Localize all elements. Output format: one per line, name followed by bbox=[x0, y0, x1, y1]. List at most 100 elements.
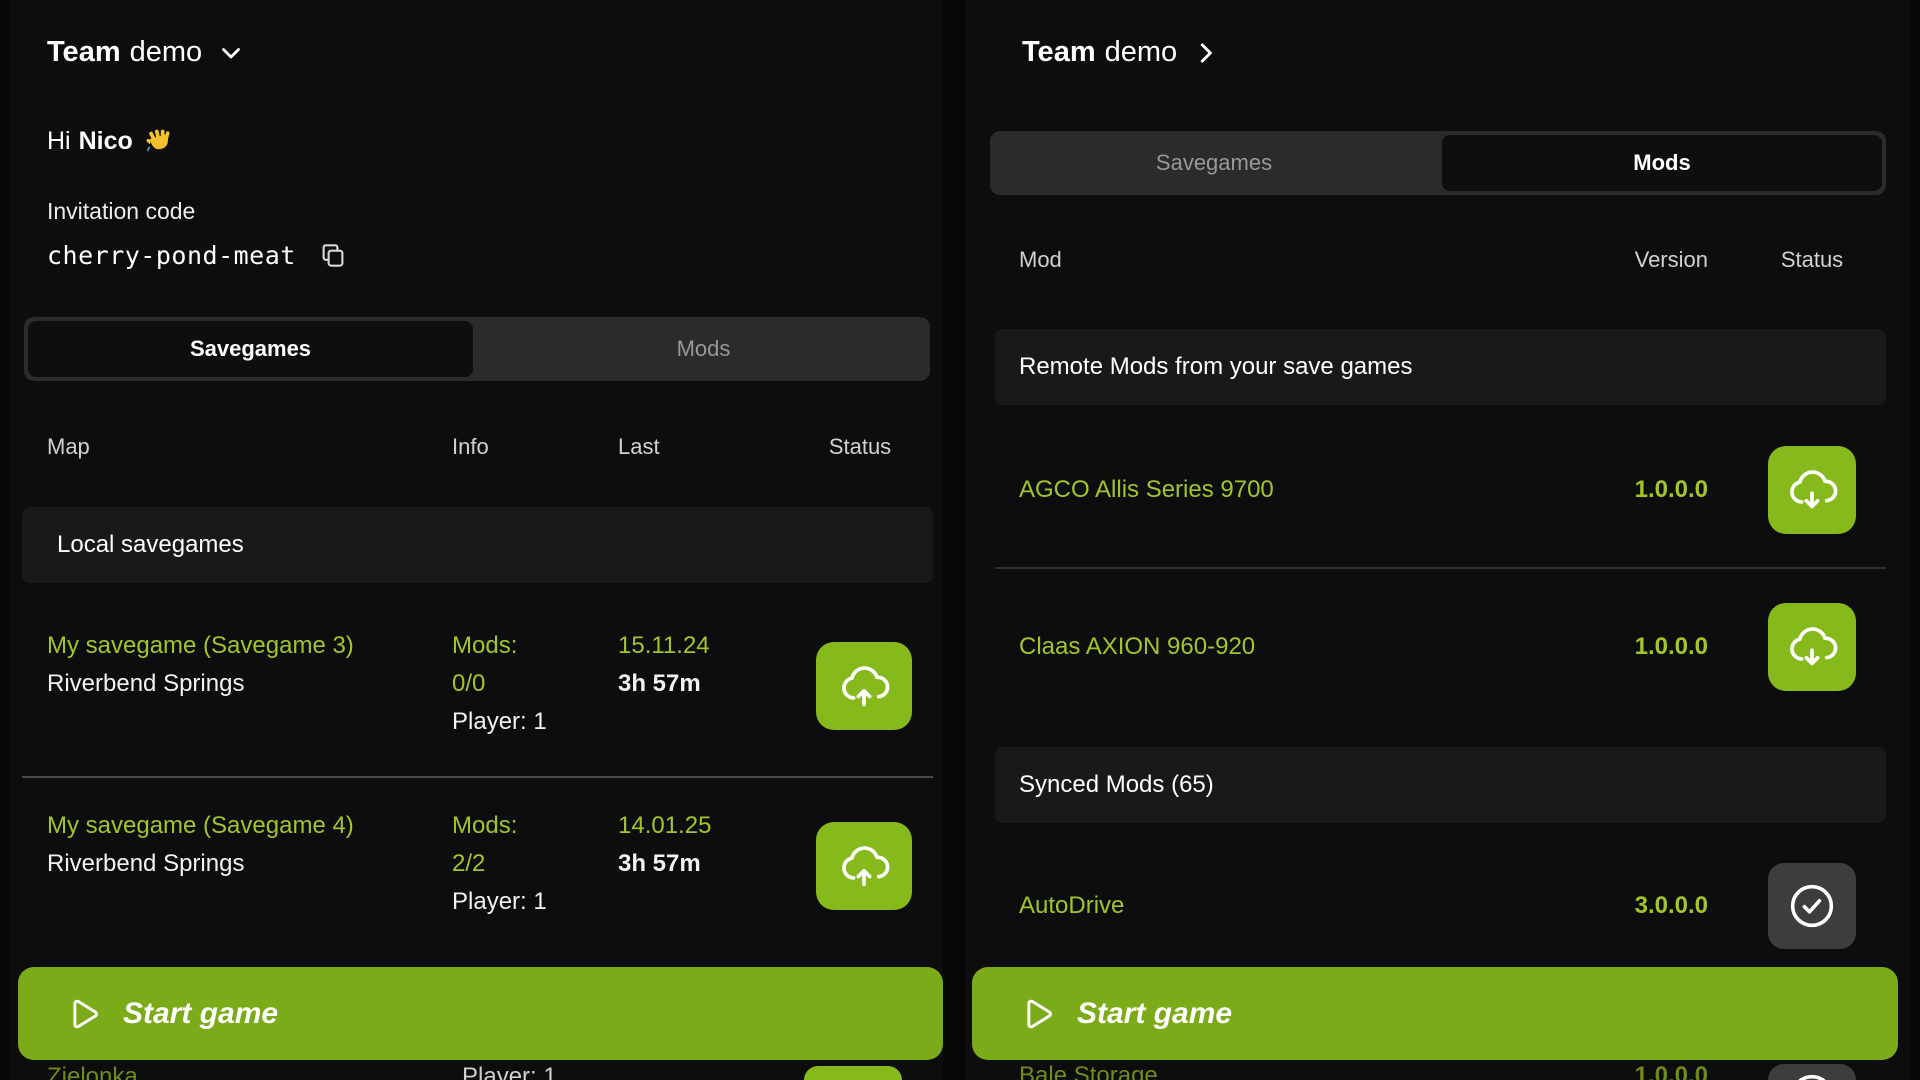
mods-count: 0/0 bbox=[452, 665, 618, 703]
info-cell: Mods: 2/2 Player: 1 bbox=[452, 807, 618, 921]
mods-table-header: Mod Version Status bbox=[965, 247, 1910, 273]
savegames-mods-tab-bar: Savegames Mods bbox=[24, 317, 930, 381]
player-count: Player: 1 bbox=[452, 883, 618, 921]
savegames-table-header: Map Info Last Status bbox=[10, 434, 943, 460]
team-link[interactable]: Team demo bbox=[1022, 36, 1221, 69]
player-count: Player: 1 bbox=[452, 703, 618, 741]
partial-mod-name: Bale Storage bbox=[1019, 1062, 1158, 1080]
column-status: Status bbox=[1781, 247, 1843, 273]
info-cell: Mods: 0/0 Player: 1 bbox=[452, 627, 618, 741]
column-info: Info bbox=[452, 434, 618, 460]
check-circle-icon bbox=[1785, 879, 1839, 933]
section-title: Local savegames bbox=[57, 531, 244, 559]
team-name: demo bbox=[1105, 36, 1178, 69]
cloud-download-icon bbox=[1786, 464, 1838, 516]
mod-name: Claas AXION 960-920 bbox=[1019, 633, 1533, 661]
team-selector[interactable]: Team demo bbox=[47, 36, 246, 69]
mod-row: AutoDrive 3.0.0.0 bbox=[965, 846, 1910, 966]
playtime: 3h 57m bbox=[618, 665, 808, 703]
last-date: 15.11.24 bbox=[618, 627, 808, 665]
play-icon bbox=[1015, 994, 1055, 1034]
play-icon bbox=[61, 994, 101, 1034]
mod-row: Claas AXION 960-920 1.0.0.0 bbox=[965, 587, 1910, 707]
greeting-prefix: Hi bbox=[47, 127, 71, 156]
invitation-code-value: cherry-pond-meat bbox=[47, 241, 296, 270]
waving-hand-icon bbox=[143, 124, 177, 158]
tab-mods[interactable]: Mods bbox=[1442, 135, 1882, 191]
tab-savegames-label: Savegames bbox=[190, 336, 311, 362]
mods-label: Mods: bbox=[452, 627, 618, 665]
mod-row: AGCO Allis Series 9700 1.0.0.0 bbox=[965, 430, 1910, 550]
chevron-down-icon bbox=[216, 38, 246, 68]
cloud-upload-icon bbox=[838, 660, 890, 712]
mods-label: Mods: bbox=[452, 807, 618, 845]
tab-savegames-label: Savegames bbox=[1156, 150, 1272, 176]
mod-name: AutoDrive bbox=[1019, 892, 1533, 920]
team-label: Team bbox=[1022, 36, 1096, 69]
column-mod: Mod bbox=[1019, 247, 1533, 273]
savegame-title: My savegame (Savegame 4) bbox=[47, 807, 377, 845]
greeting: Hi Nico bbox=[47, 126, 175, 156]
mods-count: 2/2 bbox=[452, 845, 618, 883]
section-local-savegames: Local savegames bbox=[22, 507, 933, 583]
section-remote-mods: Remote Mods from your save games bbox=[995, 329, 1886, 405]
invitation-code-row: cherry-pond-meat bbox=[47, 240, 348, 270]
last-cell: 15.11.24 3h 57m bbox=[618, 627, 808, 703]
start-game-label: Start game bbox=[1077, 997, 1232, 1031]
upload-savegame-button[interactable] bbox=[816, 822, 912, 910]
partial-player-count: Player: 1 bbox=[462, 1063, 557, 1080]
column-version: Version bbox=[1635, 247, 1708, 273]
partial-upload-savegame-button[interactable] bbox=[804, 1066, 902, 1080]
tab-mods-label: Mods bbox=[677, 336, 731, 362]
tab-mods-label: Mods bbox=[1633, 150, 1690, 176]
savegame-map-name: Riverbend Springs bbox=[47, 845, 452, 883]
start-game-button[interactable]: Start game bbox=[18, 967, 943, 1060]
column-last: Last bbox=[618, 434, 808, 460]
mod-version: 1.0.0.0 bbox=[1635, 476, 1708, 504]
column-status: Status bbox=[829, 434, 891, 460]
tab-savegames[interactable]: Savegames bbox=[28, 321, 473, 377]
team-label: Team bbox=[47, 36, 121, 69]
cloud-upload-icon bbox=[838, 840, 890, 892]
start-game-label: Start game bbox=[123, 997, 278, 1031]
savegame-row: My savegame (Savegame 4) Riverbend Sprin… bbox=[10, 795, 943, 921]
tab-savegames[interactable]: Savegames bbox=[994, 135, 1434, 191]
row-divider bbox=[22, 776, 933, 778]
mod-version: 1.0.0.0 bbox=[1635, 633, 1708, 661]
row-divider bbox=[995, 567, 1886, 569]
last-date: 14.01.25 bbox=[618, 807, 808, 845]
copy-invitation-code-button[interactable] bbox=[318, 240, 348, 270]
check-circle-icon bbox=[1785, 1069, 1839, 1080]
last-cell: 14.01.25 3h 57m bbox=[618, 807, 808, 883]
cloud-download-icon bbox=[1786, 621, 1838, 673]
team-name: demo bbox=[130, 36, 203, 69]
partial-mod-synced-button[interactable] bbox=[1768, 1064, 1856, 1080]
partial-savegame-title: Zielonka bbox=[47, 1063, 138, 1080]
map-cell: My savegame (Savegame 3) Riverbend Sprin… bbox=[47, 627, 452, 703]
savegames-mods-tab-bar: Savegames Mods bbox=[990, 131, 1886, 195]
map-cell: My savegame (Savegame 4) Riverbend Sprin… bbox=[47, 807, 452, 883]
section-title: Remote Mods from your save games bbox=[1019, 353, 1412, 381]
upload-savegame-button[interactable] bbox=[816, 642, 912, 730]
savegame-title: My savegame (Savegame 3) bbox=[47, 627, 377, 665]
mod-synced-button[interactable] bbox=[1768, 863, 1856, 949]
section-title: Synced Mods (65) bbox=[1019, 771, 1214, 799]
download-mod-button[interactable] bbox=[1768, 603, 1856, 691]
mod-name: AGCO Allis Series 9700 bbox=[1019, 476, 1533, 504]
mod-version: 3.0.0.0 bbox=[1635, 892, 1708, 920]
savegame-map-name: Riverbend Springs bbox=[47, 665, 452, 703]
invitation-code-label: Invitation code bbox=[47, 198, 195, 225]
team-mods-panel: Team demo Savegames Mods Mod Version Sta… bbox=[965, 0, 1910, 1080]
start-game-button[interactable]: Start game bbox=[972, 967, 1898, 1060]
tab-mods[interactable]: Mods bbox=[481, 321, 926, 377]
greeting-username: Nico bbox=[79, 127, 133, 156]
chevron-right-icon bbox=[1191, 38, 1221, 68]
partial-mod-version: 1.0.0.0 bbox=[1635, 1062, 1708, 1080]
column-map: Map bbox=[47, 434, 452, 460]
copy-icon bbox=[318, 240, 348, 270]
section-synced-mods: Synced Mods (65) bbox=[995, 747, 1886, 823]
savegame-row: My savegame (Savegame 3) Riverbend Sprin… bbox=[10, 615, 943, 741]
playtime: 3h 57m bbox=[618, 845, 808, 883]
team-savegames-panel: Team demo Hi Nico Invitation code cherry… bbox=[10, 0, 943, 1080]
download-mod-button[interactable] bbox=[1768, 446, 1856, 534]
